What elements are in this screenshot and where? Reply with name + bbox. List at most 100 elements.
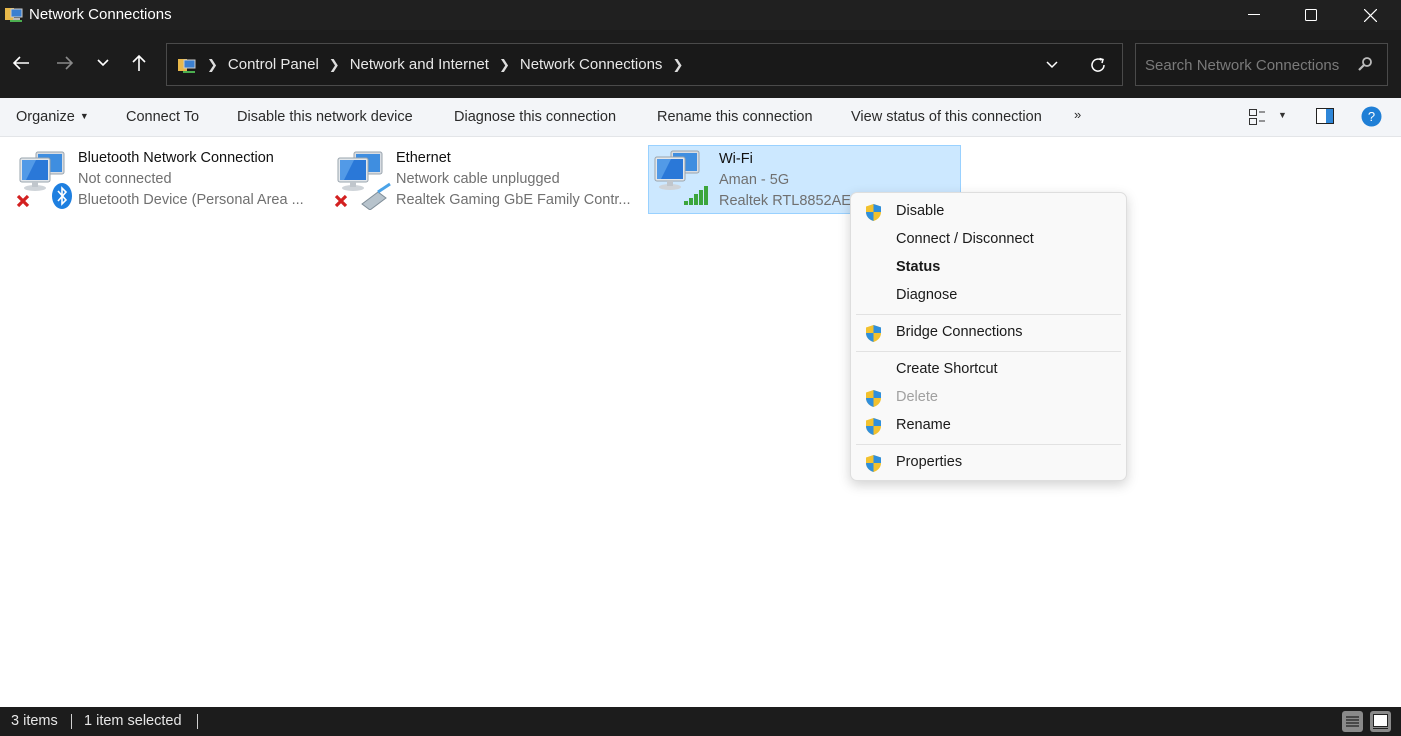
connection-item-ethernet[interactable]: Ethernet Network cable unplugged Realtek… [326,145,640,214]
refresh-button[interactable] [1086,53,1110,77]
network-folder-icon [5,8,23,22]
status-bar: 3 items 1 item selected [0,707,1401,736]
breadcrumb-chevron-icon[interactable]: ❯ [499,57,510,73]
menu-item-bridge-connections[interactable]: Bridge Connections [855,319,1122,347]
diagnose-connection-button[interactable]: Diagnose this connection [454,109,616,125]
menu-item-label: Create Shortcut [896,361,998,377]
menu-item-create-shortcut[interactable]: Create Shortcut [855,356,1122,384]
menu-item-label: Diagnose [896,287,958,303]
search-input[interactable] [1145,54,1345,76]
command-bar: Organize ▼ Connect To Disable this networ… [0,98,1401,137]
menu-item-disable[interactable]: Disable [855,198,1122,226]
disconnected-x-icon [334,194,348,208]
maximize-icon [1305,9,1317,21]
selection-count: 1 item selected [84,713,182,729]
breadcrumb-control-panel[interactable]: Control Panel [228,56,319,73]
up-button[interactable] [124,48,154,78]
connection-device: Realtek RTL8852AE [719,193,851,209]
menu-item-label: Disable [896,203,945,219]
menu-item-connect-disconnect[interactable]: Connect / Disconnect [855,226,1122,254]
connections-list: Bluetooth Network Connection Not connect… [0,137,1401,707]
close-button[interactable] [1341,0,1399,30]
breadcrumb-chevron-icon: ❯ [207,56,218,72]
network-computers-icon [16,151,72,209]
status-divider [197,714,198,729]
breadcrumb: ❯ Control Panel ❯ Network and Internet ❯… [177,44,693,85]
preview-pane-icon[interactable] [1316,108,1334,124]
address-history-button[interactable] [1040,54,1064,76]
help-icon[interactable]: ? [1361,106,1382,127]
arrow-left-icon [12,56,29,70]
search-icon[interactable] [1357,56,1373,72]
close-icon [1363,8,1377,22]
item-count: 3 items [11,713,58,729]
change-view-icon[interactable] [1249,109,1267,125]
caret-down-icon: ▼ [79,111,89,121]
organize-menu[interactable]: Organize ▼ [16,109,89,125]
connection-status: Network cable unplugged [396,171,560,187]
uac-shield-icon [866,418,881,435]
menu-item-status[interactable]: Status [855,254,1122,282]
address-bar[interactable]: ❯ Control Panel ❯ Network and Internet ❯… [166,43,1123,86]
search-box[interactable] [1135,43,1388,86]
menu-item-delete: Delete [855,384,1122,412]
breadcrumb-chevron-icon[interactable]: ❯ [672,57,683,73]
status-divider [71,714,72,729]
view-dropdown-icon[interactable]: ▼ [1278,110,1287,120]
breadcrumb-chevron-icon[interactable]: ❯ [329,57,340,73]
recent-locations-button[interactable] [88,48,118,78]
menu-item-properties[interactable]: Properties [855,449,1122,477]
organize-label: Organize [16,109,75,125]
menu-item-label: Delete [896,389,938,405]
chevron-down-icon [97,59,109,67]
menu-item-rename[interactable]: Rename [855,412,1122,440]
more-commands-button[interactable]: » [1074,107,1081,122]
disable-device-button[interactable]: Disable this network device [237,109,413,125]
ethernet-cable-icon [361,182,391,210]
rename-connection-button[interactable]: Rename this connection [657,109,813,125]
navigation-bar: ❯ Control Panel ❯ Network and Internet ❯… [0,30,1401,98]
large-icons-view-button[interactable] [1370,711,1391,732]
minimize-icon [1248,14,1260,15]
menu-item-diagnose[interactable]: Diagnose [855,282,1122,310]
minimize-button[interactable] [1225,0,1283,30]
connection-name: Wi-Fi [719,151,753,167]
network-computers-icon [334,151,391,210]
menu-item-label: Bridge Connections [896,324,1023,340]
menu-item-label: Properties [896,454,963,470]
uac-shield-icon [866,390,881,407]
connection-name: Bluetooth Network Connection [78,150,274,166]
menu-separator [856,351,1121,352]
view-status-button[interactable]: View status of this connection [851,109,1042,125]
menu-item-label: Connect / Disconnect [896,231,1034,247]
uac-shield-icon [866,204,881,221]
arrow-up-icon [132,54,146,71]
connect-to-button[interactable]: Connect To [126,109,199,125]
svg-text:?: ? [1368,109,1375,124]
menu-item-label: Rename [896,417,951,433]
maximize-button[interactable] [1282,0,1340,30]
connection-name: Ethernet [396,150,451,166]
connection-status: Aman - 5G [719,172,790,188]
arrow-right-icon [57,56,74,70]
connection-item-bluetooth[interactable]: Bluetooth Network Connection Not connect… [8,145,318,214]
wifi-signal-bars-icon [684,186,708,205]
breadcrumb-network-connections[interactable]: Network Connections [520,56,663,73]
forward-button[interactable] [50,48,80,78]
details-view-icon [1346,716,1359,727]
back-button[interactable] [6,48,36,78]
title-bar: Network Connections [0,0,1401,30]
connection-device: Realtek Gaming GbE Family Contr... [396,192,631,208]
uac-shield-icon [866,325,881,342]
network-computers-icon [654,150,708,205]
bluetooth-icon [52,183,72,209]
menu-separator [856,314,1121,315]
network-folder-icon [178,58,196,73]
connection-status: Not connected [78,171,172,187]
breadcrumb-network-and-internet[interactable]: Network and Internet [350,56,489,73]
menu-separator [856,444,1121,445]
details-view-button[interactable] [1342,711,1363,732]
large-icons-view-icon [1373,714,1388,729]
disconnected-x-icon [16,194,30,208]
uac-shield-icon [866,455,881,472]
